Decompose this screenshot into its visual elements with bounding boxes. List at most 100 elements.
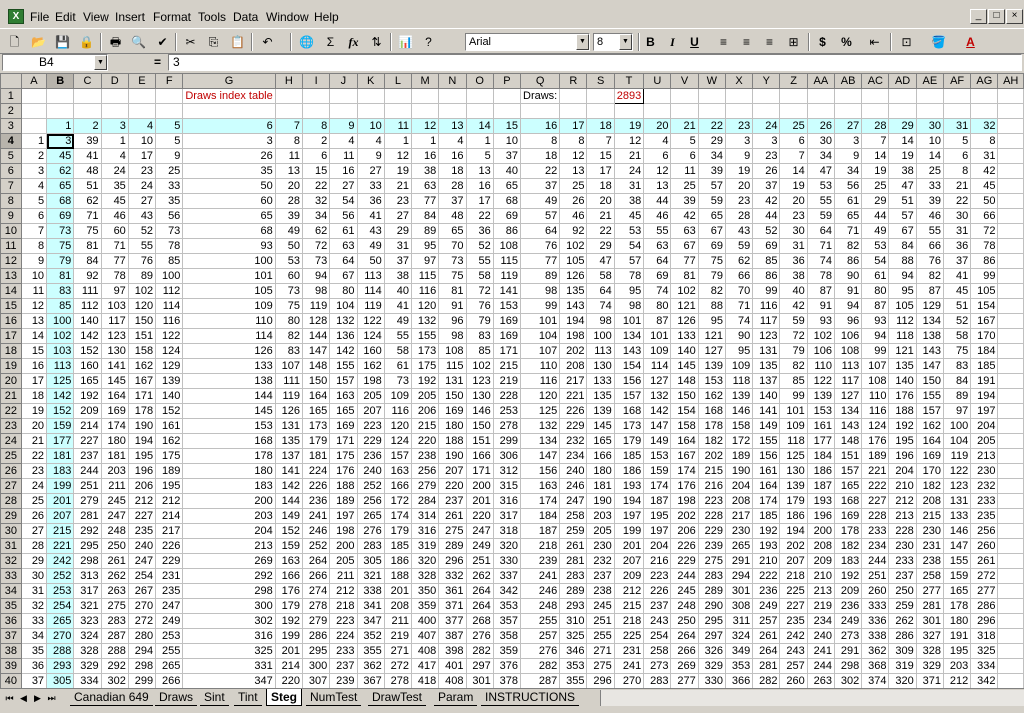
cell[interactable]: 72 <box>301 238 331 254</box>
cell[interactable]: 387 <box>438 628 467 644</box>
cell[interactable]: 100 <box>942 418 972 434</box>
menu-edit[interactable]: Edit <box>55 10 76 24</box>
cell[interactable]: 75 <box>274 298 304 314</box>
cell[interactable]: 123 <box>752 328 781 344</box>
cell[interactable]: 116 <box>410 283 440 299</box>
cell[interactable]: 166 <box>586 448 615 464</box>
cell[interactable] <box>779 103 808 119</box>
cell[interactable]: 234 <box>806 613 835 629</box>
cell[interactable]: 307 <box>301 673 331 688</box>
cell[interactable]: 266 <box>670 643 699 659</box>
cell[interactable]: 221 <box>861 463 890 479</box>
cell[interactable]: 148 <box>301 358 331 374</box>
cell[interactable]: 204 <box>970 418 999 434</box>
cell[interactable]: 92 <box>559 223 588 239</box>
percent-button[interactable]: % <box>836 32 857 52</box>
cell[interactable]: 149 <box>274 508 304 524</box>
cell[interactable]: 6 <box>643 148 672 164</box>
cell[interactable] <box>997 373 1024 389</box>
cell[interactable]: 361 <box>438 583 467 599</box>
cell[interactable] <box>586 103 615 119</box>
cell[interactable]: 23 <box>383 193 413 209</box>
cell[interactable]: 320 <box>410 553 440 569</box>
cell[interactable]: 276 <box>465 628 494 644</box>
cell[interactable]: 200 <box>182 493 276 509</box>
cell[interactable]: 368 <box>861 658 890 674</box>
cell[interactable]: 108 <box>861 373 890 389</box>
cell[interactable]: 401 <box>438 658 467 674</box>
cell[interactable]: 264 <box>752 643 781 659</box>
cell[interactable]: 212 <box>613 583 645 599</box>
cell[interactable] <box>997 208 1024 224</box>
cell[interactable]: 38 <box>410 163 440 179</box>
row-header[interactable]: 9 <box>0 208 22 224</box>
cell[interactable]: 169 <box>492 313 522 329</box>
cell[interactable]: 62 <box>724 253 754 269</box>
cell[interactable]: 14 <box>465 118 494 134</box>
cell[interactable]: 91 <box>833 283 863 299</box>
cell[interactable]: 120 <box>519 388 561 404</box>
cell[interactable]: 156 <box>752 448 781 464</box>
cell[interactable]: 197 <box>970 403 999 419</box>
cell[interactable]: 2893 <box>613 88 645 104</box>
cell[interactable] <box>383 88 413 104</box>
cell[interactable]: 47 <box>888 178 917 194</box>
cell[interactable]: 123 <box>465 373 494 389</box>
cell[interactable]: 292 <box>73 523 102 539</box>
cell[interactable]: 79 <box>779 343 808 359</box>
cell[interactable]: 64 <box>586 283 615 299</box>
cell[interactable]: 14 <box>779 163 808 179</box>
cell[interactable]: 272 <box>383 658 413 674</box>
cell[interactable]: 88 <box>888 253 917 269</box>
cell[interactable]: 164 <box>301 388 331 404</box>
cell[interactable]: 248 <box>519 598 561 614</box>
cell[interactable] <box>997 553 1024 569</box>
cell[interactable]: 115 <box>410 268 440 284</box>
cell[interactable]: 328 <box>73 643 102 659</box>
cell[interactable]: 238 <box>586 583 615 599</box>
cell[interactable]: 150 <box>670 388 699 404</box>
cell[interactable]: 243 <box>779 643 808 659</box>
cell[interactable]: 88 <box>697 298 726 314</box>
cell[interactable]: 227 <box>73 433 102 449</box>
cell[interactable]: 329 <box>915 658 944 674</box>
cell[interactable]: 45 <box>100 193 129 209</box>
cell[interactable]: 241 <box>613 658 645 674</box>
cell[interactable] <box>942 88 972 104</box>
menu-insert[interactable]: Insert <box>115 10 145 24</box>
cell[interactable] <box>997 268 1024 284</box>
cell[interactable]: 34 <box>20 628 48 644</box>
cell[interactable]: 208 <box>724 493 754 509</box>
cell[interactable]: 280 <box>127 628 157 644</box>
cell[interactable]: 6 <box>779 133 808 149</box>
cell[interactable]: 120 <box>383 418 413 434</box>
cell[interactable]: 246 <box>559 478 588 494</box>
cell[interactable]: 184 <box>806 448 835 464</box>
cell[interactable]: 298 <box>833 658 863 674</box>
cell[interactable]: 164 <box>915 433 944 449</box>
cell[interactable]: 47 <box>586 253 615 269</box>
cell[interactable]: 27 <box>383 208 413 224</box>
cell[interactable]: 293 <box>46 658 75 674</box>
cell[interactable]: 36 <box>20 658 48 674</box>
cell[interactable]: 10 <box>356 118 385 134</box>
first-sheet-icon[interactable]: ⏮ <box>3 691 16 705</box>
font-size-select[interactable]: 8 ▼ <box>593 33 633 51</box>
cell[interactable]: 308 <box>724 598 754 614</box>
cell[interactable]: 139 <box>586 403 615 419</box>
cell[interactable]: 96 <box>833 313 863 329</box>
cell[interactable]: 114 <box>643 358 672 374</box>
cell[interactable]: 86 <box>752 268 781 284</box>
cell[interactable]: 331 <box>182 658 276 674</box>
cell[interactable]: 51 <box>942 298 972 314</box>
tab-steg[interactable]: Steg <box>266 689 303 706</box>
cell[interactable]: 11 <box>670 163 699 179</box>
cell[interactable]: 185 <box>970 358 999 374</box>
cell[interactable]: 118 <box>888 328 917 344</box>
cell[interactable]: 35 <box>155 193 184 209</box>
cell[interactable]: 19 <box>779 178 808 194</box>
cell[interactable]: 161 <box>806 418 835 434</box>
column-header[interactable]: Q <box>519 73 561 89</box>
cell[interactable]: 13 <box>438 118 467 134</box>
cell[interactable]: 267 <box>127 583 157 599</box>
